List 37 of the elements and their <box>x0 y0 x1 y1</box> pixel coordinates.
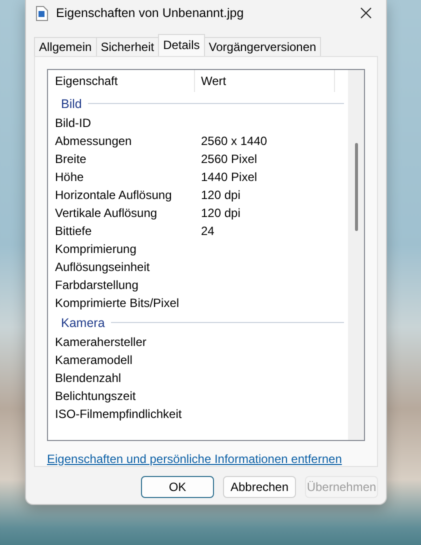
column-header[interactable]: Eigenschaft <box>55 70 195 92</box>
property-name: ISO-Filmempfindlichkeit <box>55 407 183 421</box>
property-name: Bittiefe <box>55 224 93 238</box>
tab[interactable]: Allgemein <box>34 37 97 56</box>
property-name: Horizontale Auflösung <box>55 188 173 202</box>
property-name: Komprimierte Bits/Pixel <box>55 296 180 310</box>
property-name: Abmessungen <box>55 134 133 148</box>
property-name: Farbdarstellung <box>55 278 140 292</box>
group-title: Bild <box>61 96 82 110</box>
property-value: 24 <box>201 224 214 238</box>
property-name: Höhe <box>55 170 85 184</box>
image-file-icon <box>36 6 48 20</box>
tab[interactable]: Vorgängerversionen <box>204 37 322 56</box>
window-title: Eigenschaften von Unbenannt.jpg <box>56 6 245 20</box>
property-name: Komprimierung <box>55 242 138 256</box>
property-name: Blendenzahl <box>55 371 122 385</box>
property-value: 2560 Pixel <box>201 152 258 166</box>
property-value: 120 dpi <box>201 206 240 220</box>
cancel-button[interactable]: Abbrechen <box>223 476 296 498</box>
remove-properties-link[interactable]: Eigenschaften und persönliche Informationen entfernen <box>47 452 342 466</box>
property-value: 1440 Pixel <box>201 170 258 184</box>
property-value: 2560 x 1440 <box>201 134 268 148</box>
property-name: Breite <box>55 152 88 166</box>
column-header[interactable]: Wert <box>195 70 335 92</box>
tab[interactable]: Details <box>158 34 205 56</box>
property-name: Kameramodell <box>55 353 134 367</box>
property-name: Kamerahersteller <box>55 335 148 349</box>
ok-button[interactable]: OK <box>141 476 214 498</box>
property-name: Belichtungszeit <box>55 389 137 403</box>
property-name: Bild-ID <box>55 116 92 130</box>
scrollbar[interactable] <box>348 70 364 440</box>
property-value: 120 dpi <box>201 188 240 202</box>
scrollbar-thumb[interactable] <box>355 143 358 231</box>
close-icon <box>360 7 372 19</box>
property-name: Auflösungseinheit <box>55 260 151 274</box>
property-name: Vertikale Auflösung <box>55 206 158 220</box>
group-title: Kamera <box>61 316 105 330</box>
